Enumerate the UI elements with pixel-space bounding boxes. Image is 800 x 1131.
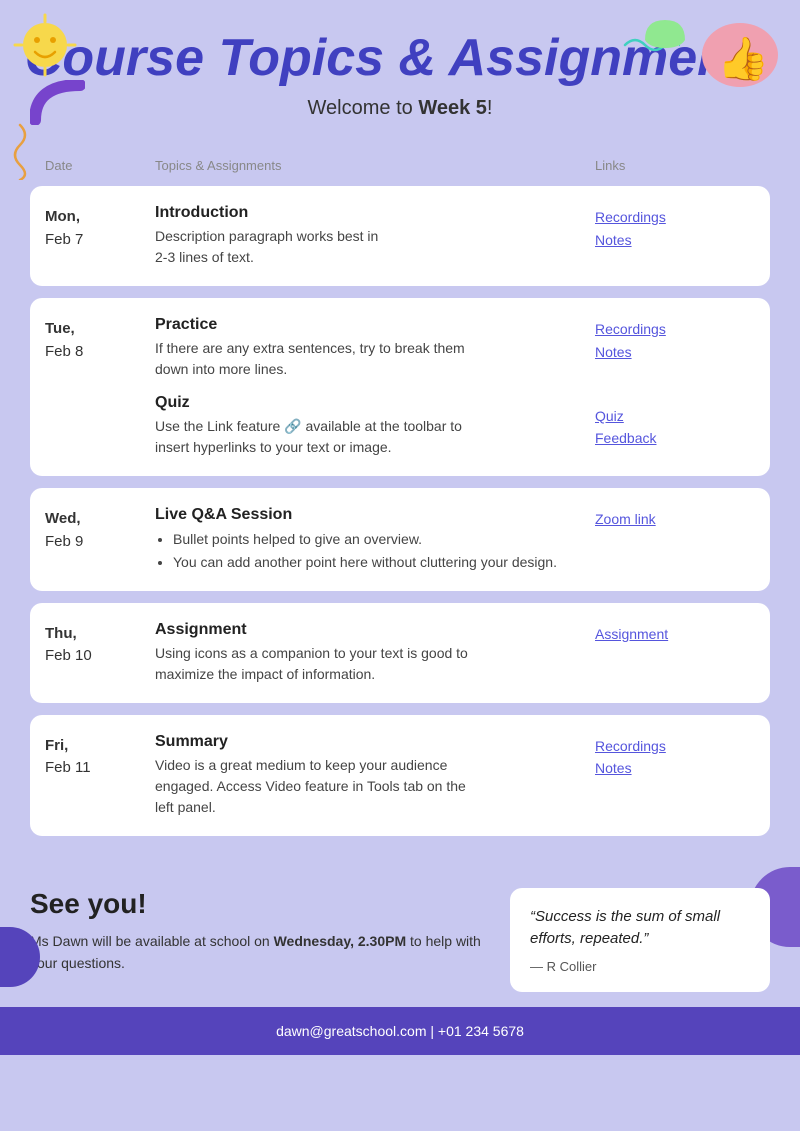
subtitle-post: ! bbox=[487, 97, 493, 119]
topic-section: Live Q&A Session Bullet points helped to… bbox=[155, 506, 585, 573]
link-group: Quiz Feedback bbox=[595, 405, 755, 450]
bottom-section: See you! Ms Dawn will be available at sc… bbox=[0, 868, 800, 1007]
table-row: Tue, Feb 8 Practice If there are any ext… bbox=[30, 298, 770, 476]
links-cell: Recordings Notes bbox=[595, 204, 755, 268]
content-cell: Assignment Using icons as a companion to… bbox=[155, 621, 595, 685]
col-links: Links bbox=[595, 158, 755, 173]
notes-link[interactable]: Notes bbox=[595, 757, 755, 779]
content-cell: Practice If there are any extra sentence… bbox=[155, 316, 595, 458]
quote-author: — R Collier bbox=[530, 959, 750, 974]
content-cell: Live Q&A Session Bullet points helped to… bbox=[155, 506, 595, 573]
col-date: Date bbox=[45, 158, 155, 173]
subtitle-pre: Welcome to bbox=[308, 97, 419, 119]
topic-section: Summary Video is a great medium to keep … bbox=[155, 733, 585, 818]
date-line2: Feb 8 bbox=[45, 343, 83, 360]
topic-title: Practice bbox=[155, 316, 585, 334]
header: 👍 Course Topics & Assignments Welcome to… bbox=[0, 0, 800, 150]
topic-desc: If there are any extra sentences, try to… bbox=[155, 338, 585, 380]
quote-block: “Success is the sum of small efforts, re… bbox=[510, 888, 770, 992]
date-cell: Mon, Feb 7 bbox=[45, 204, 155, 268]
content-cell: Introduction Description paragraph works… bbox=[155, 204, 595, 268]
link-group: Zoom link bbox=[595, 508, 755, 530]
topic-section: Introduction Description paragraph works… bbox=[155, 204, 585, 268]
topic-title: Live Q&A Session bbox=[155, 506, 585, 524]
recordings-link[interactable]: Recordings bbox=[595, 735, 755, 757]
recordings-link[interactable]: Recordings bbox=[595, 318, 755, 340]
topic-section: Assignment Using icons as a companion to… bbox=[155, 621, 585, 685]
topic-title: Summary bbox=[155, 733, 585, 751]
date-line1: Fri, bbox=[45, 737, 68, 754]
link-group: Recordings Notes bbox=[595, 318, 755, 363]
links-cell: Assignment bbox=[595, 621, 755, 685]
assignment-link[interactable]: Assignment bbox=[595, 623, 755, 645]
arc-decoration bbox=[30, 80, 85, 125]
topic-desc: Use the Link feature 🔗 available at the … bbox=[155, 416, 585, 458]
table-header: Date Topics & Assignments Links bbox=[30, 150, 770, 181]
feedback-link[interactable]: Feedback bbox=[595, 427, 755, 449]
svg-text:👍: 👍 bbox=[717, 34, 769, 83]
sun-decoration bbox=[10, 10, 80, 80]
date-line1: Thu, bbox=[45, 625, 77, 642]
date-line2: Feb 7 bbox=[45, 231, 83, 248]
topic-desc: Bullet points helped to give an overview… bbox=[155, 528, 585, 573]
desc-bold: Wednesday, 2.30PM bbox=[274, 933, 407, 949]
content-cell: Summary Video is a great medium to keep … bbox=[155, 733, 595, 818]
desc-pre: Ms Dawn will be available at school on bbox=[30, 933, 274, 949]
topic-title: Assignment bbox=[155, 621, 585, 639]
quiz-link[interactable]: Quiz bbox=[595, 405, 755, 427]
table-row: Mon, Feb 7 Introduction Description para… bbox=[30, 186, 770, 286]
link-group: Recordings Notes bbox=[595, 735, 755, 780]
topic-desc: Using icons as a companion to your text … bbox=[155, 643, 585, 685]
footer: dawn@greatschool.com | +01 234 5678 bbox=[0, 1007, 800, 1055]
date-line1: Tue, bbox=[45, 320, 75, 337]
date-line2: Feb 9 bbox=[45, 533, 83, 550]
table-row: Wed, Feb 9 Live Q&A Session Bullet point… bbox=[30, 488, 770, 591]
date-cell: Tue, Feb 8 bbox=[45, 316, 155, 458]
bullet-item: Bullet points helped to give an overview… bbox=[173, 528, 585, 550]
recordings-link[interactable]: Recordings bbox=[595, 206, 755, 228]
col-topics: Topics & Assignments bbox=[155, 158, 595, 173]
date-cell: Thu, Feb 10 bbox=[45, 621, 155, 685]
see-you-title: See you! bbox=[30, 888, 490, 920]
subtitle-week: Week 5 bbox=[418, 97, 487, 119]
date-cell: Fri, Feb 11 bbox=[45, 733, 155, 818]
date-line1: Mon, bbox=[45, 208, 80, 225]
links-cell: Zoom link bbox=[595, 506, 755, 573]
table-container: Date Topics & Assignments Links Mon, Feb… bbox=[0, 150, 800, 868]
table-row: Thu, Feb 10 Assignment Using icons as a … bbox=[30, 603, 770, 703]
notes-link[interactable]: Notes bbox=[595, 341, 755, 363]
topic-desc: Video is a great medium to keep your aud… bbox=[155, 755, 585, 818]
squiggle-left-decoration bbox=[5, 120, 35, 185]
quote-text: “Success is the sum of small efforts, re… bbox=[530, 906, 750, 951]
notes-link[interactable]: Notes bbox=[595, 229, 755, 251]
links-cell: Recordings Notes bbox=[595, 733, 755, 818]
table-row: Fri, Feb 11 Summary Video is a great med… bbox=[30, 715, 770, 836]
see-you-description: Ms Dawn will be available at school on W… bbox=[30, 930, 490, 975]
topic-title: Introduction bbox=[155, 204, 585, 222]
cloud-decoration bbox=[640, 10, 690, 50]
link-group: Assignment bbox=[595, 623, 755, 645]
topic-desc: Description paragraph works best in2-3 l… bbox=[155, 226, 585, 268]
topic-section: Quiz Use the Link feature 🔗 available at… bbox=[155, 394, 585, 458]
bullet-item: You can add another point here without c… bbox=[173, 551, 585, 573]
topic-section: Practice If there are any extra sentence… bbox=[155, 316, 585, 380]
welcome-subtitle: Welcome to Week 5! bbox=[20, 97, 780, 120]
thumbs-up-decoration: 👍 bbox=[695, 15, 785, 95]
date-line1: Wed, bbox=[45, 510, 81, 527]
see-you-block: See you! Ms Dawn will be available at sc… bbox=[30, 888, 490, 975]
zoom-link[interactable]: Zoom link bbox=[595, 508, 755, 530]
topic-title: Quiz bbox=[155, 394, 585, 412]
link-group: Recordings Notes bbox=[595, 206, 755, 251]
date-cell: Wed, Feb 9 bbox=[45, 506, 155, 573]
date-line2: Feb 10 bbox=[45, 647, 92, 664]
links-cell: Recordings Notes Quiz Feedback bbox=[595, 316, 755, 458]
footer-contact: dawn@greatschool.com | +01 234 5678 bbox=[276, 1023, 524, 1039]
date-line2: Feb 11 bbox=[45, 759, 91, 776]
